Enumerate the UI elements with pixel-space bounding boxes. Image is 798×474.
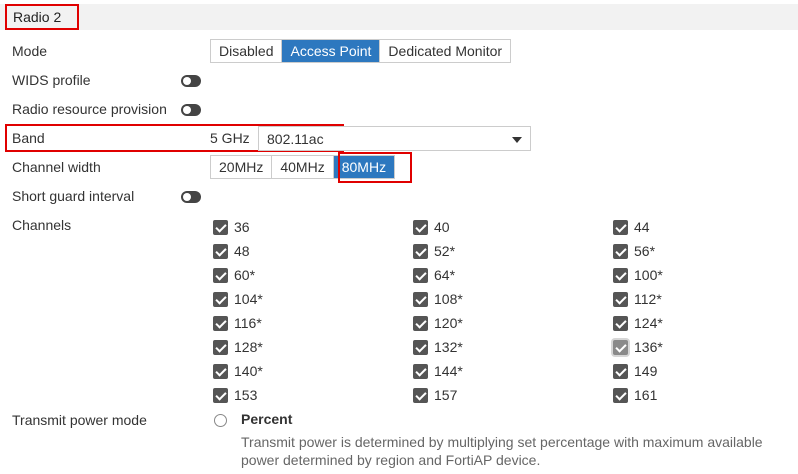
- channel-checkbox[interactable]: 149: [613, 362, 657, 380]
- section-header-bar: [0, 4, 798, 30]
- checkbox-checked-icon[interactable]: [413, 291, 428, 307]
- channel-checkbox[interactable]: 140*: [213, 362, 263, 380]
- checkbox-checked-icon[interactable]: [413, 243, 428, 259]
- mode-label: Mode: [12, 43, 48, 59]
- short-guard-interval-toggle[interactable]: [181, 191, 201, 203]
- channel-label: 60*: [234, 267, 256, 283]
- channel-checkbox[interactable]: 56*: [613, 242, 655, 260]
- channel-width-option-20mhz[interactable]: 20MHz: [211, 156, 273, 178]
- mode-selector: Disabled Access Point Dedicated Monitor: [210, 39, 512, 63]
- checkbox-checked-icon[interactable]: [413, 219, 428, 235]
- checkbox-checked-icon[interactable]: [413, 315, 428, 331]
- checkbox-checked-icon[interactable]: [213, 339, 228, 355]
- checkbox-checked-icon[interactable]: [613, 219, 628, 235]
- channel-checkbox[interactable]: 153: [213, 386, 257, 404]
- channel-checkbox[interactable]: 48: [213, 242, 250, 260]
- channel-checkbox[interactable]: 116*: [213, 314, 262, 332]
- channel-checkbox[interactable]: 60*: [213, 266, 255, 284]
- channel-label: 124*: [634, 315, 663, 331]
- channel-checkbox[interactable]: 124*: [613, 314, 663, 332]
- section-title: Radio 2: [5, 4, 79, 30]
- channel-label: 120*: [434, 315, 463, 331]
- checkbox-checked-icon[interactable]: [613, 315, 628, 331]
- percent-radio[interactable]: [214, 414, 227, 427]
- channel-label: 36: [234, 219, 250, 235]
- channel-label: 144*: [434, 363, 463, 379]
- channel-label: 52*: [434, 243, 456, 259]
- channel-checkbox[interactable]: 112*: [613, 290, 662, 308]
- checkbox-checked-icon[interactable]: [613, 387, 628, 403]
- channel-label: 64*: [434, 267, 456, 283]
- channel-checkbox[interactable]: 52*: [413, 242, 455, 260]
- short-guard-interval-label: Short guard interval: [12, 188, 135, 204]
- wids-profile-toggle[interactable]: [181, 75, 201, 87]
- checkbox-checked-icon[interactable]: [413, 339, 428, 355]
- channel-checkbox[interactable]: 144*: [413, 362, 463, 380]
- channel-width-option-40mhz[interactable]: 40MHz: [272, 156, 334, 178]
- channel-checkbox[interactable]: 136*: [613, 338, 663, 356]
- channel-checkbox[interactable]: 100*: [613, 266, 663, 284]
- transmit-power-description: Transmit power is determined by multiply…: [241, 434, 763, 468]
- channel-label: 100*: [634, 267, 663, 283]
- channel-checkbox[interactable]: 104*: [213, 290, 263, 308]
- checkbox-checked-icon[interactable]: [413, 267, 428, 283]
- channel-label: 153: [234, 387, 258, 403]
- channel-label: 132*: [434, 339, 463, 355]
- checkbox-checked-icon[interactable]: [613, 291, 628, 307]
- checkbox-checked-icon[interactable]: [613, 267, 628, 283]
- channel-label: 140*: [234, 363, 263, 379]
- channel-checkbox[interactable]: 128*: [213, 338, 263, 356]
- channel-label: 40: [434, 219, 450, 235]
- channel-checkbox[interactable]: 161: [613, 386, 657, 404]
- channel-label: 136*: [634, 339, 663, 355]
- channels-label: Channels: [12, 217, 72, 233]
- channel-checkbox[interactable]: 132*: [413, 338, 463, 356]
- channel-checkbox[interactable]: 36: [213, 218, 250, 236]
- band-prefix: 5 GHz: [210, 130, 250, 146]
- band-select[interactable]: 802.11ac: [258, 126, 531, 151]
- checkbox-checked-icon[interactable]: [613, 243, 628, 259]
- channel-label: 112*: [634, 291, 662, 307]
- checkbox-checked-icon[interactable]: [613, 339, 628, 355]
- mode-option-access-point[interactable]: Access Point: [282, 40, 381, 62]
- checkbox-checked-icon[interactable]: [413, 387, 428, 403]
- checkbox-checked-icon[interactable]: [213, 267, 228, 283]
- checkbox-checked-icon[interactable]: [213, 219, 228, 235]
- checkbox-checked-icon[interactable]: [613, 363, 628, 379]
- checkbox-checked-icon[interactable]: [213, 363, 228, 379]
- channel-label: 44: [634, 219, 650, 235]
- channel-width-label: Channel width: [12, 159, 101, 175]
- radio-resource-provision-label: Radio resource provision: [12, 101, 167, 117]
- channel-label: 161: [634, 387, 658, 403]
- checkbox-checked-icon[interactable]: [213, 315, 228, 331]
- channel-label: 104*: [234, 291, 263, 307]
- channel-label: 128*: [234, 339, 263, 355]
- channel-checkbox[interactable]: 157: [413, 386, 457, 404]
- channel-checkbox[interactable]: 44: [613, 218, 650, 236]
- channel-label: 149: [634, 363, 658, 379]
- band-label: Band: [12, 130, 45, 146]
- channel-label: 108*: [434, 291, 463, 307]
- channel-label: 116*: [234, 315, 262, 331]
- wids-profile-label: WIDS profile: [12, 72, 91, 88]
- checkbox-checked-icon[interactable]: [213, 291, 228, 307]
- band-select-value: 802.11ac: [267, 131, 324, 147]
- channel-label: 56*: [634, 243, 656, 259]
- mode-option-dedicated-monitor[interactable]: Dedicated Monitor: [380, 40, 510, 62]
- checkbox-checked-icon[interactable]: [213, 387, 228, 403]
- channel-checkbox[interactable]: 108*: [413, 290, 463, 308]
- percent-option-label: Percent: [241, 411, 293, 427]
- channel-checkbox[interactable]: 64*: [413, 266, 455, 284]
- channel-label: 157: [434, 387, 458, 403]
- channel-checkbox[interactable]: 120*: [413, 314, 463, 332]
- channel-label: 48: [234, 243, 250, 259]
- transmit-power-mode-label: Transmit power mode: [12, 412, 147, 428]
- channel-checkbox[interactable]: 40: [413, 218, 450, 236]
- chevron-down-icon: [512, 137, 522, 143]
- radio-resource-provision-toggle[interactable]: [181, 104, 201, 116]
- checkbox-checked-icon[interactable]: [213, 243, 228, 259]
- checkbox-checked-icon[interactable]: [413, 363, 428, 379]
- mode-option-disabled[interactable]: Disabled: [211, 40, 283, 62]
- channel-width-highlight: [338, 152, 412, 183]
